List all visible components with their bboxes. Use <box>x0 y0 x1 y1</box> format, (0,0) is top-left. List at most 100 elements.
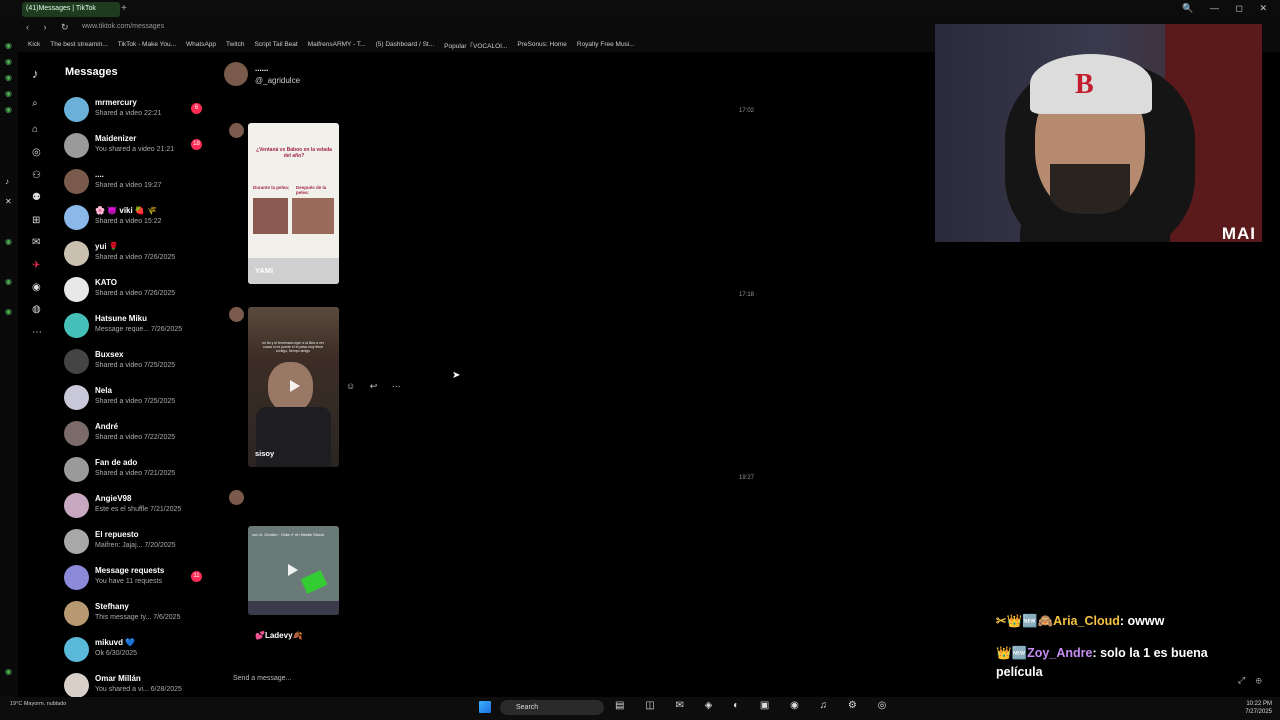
video-thumbnail <box>300 570 328 594</box>
conversation-item[interactable]: André Shared a video 7/22/2025 <box>64 421 214 457</box>
chat-avatar[interactable] <box>224 62 248 86</box>
app-icon[interactable]: ◉ <box>5 89 12 98</box>
bookmark-item[interactable]: Royalty Free Musi... <box>577 41 635 48</box>
conversation-item[interactable]: Fan de ado Shared a video 7/21/2025 <box>64 457 214 493</box>
conversation-preview: Shared a video 22:21 <box>95 110 162 117</box>
window-controls[interactable]: 🔍 — ◻ ✕ <box>1182 3 1274 14</box>
conversation-item[interactable]: Hatsune Miku Message reque... 7/26/2025 <box>64 313 214 349</box>
sender-avatar[interactable] <box>229 123 244 138</box>
conversation-item[interactable]: Message requests You have 11 requests 11 <box>64 565 214 601</box>
shared-video-card[interactable]: con A. Gordon · Odia ✔ eh Nestle Shock <box>248 526 339 615</box>
conversation-item[interactable]: yui 🌹 Shared a video 7/26/2025 <box>64 241 214 277</box>
bookmark-item[interactable]: The best streamin... <box>50 41 107 48</box>
new-tab-button[interactable]: + <box>121 3 127 14</box>
conversation-item[interactable]: 🌸 👿 viki 🍓 🌾 Shared a video 15:22 <box>64 205 214 241</box>
conversation-preview: Este es el shuffle 7/21/2025 <box>95 506 182 513</box>
nav-buttons[interactable]: ‹ › ↻ <box>26 22 75 33</box>
conversation-item[interactable]: Nela Shared a video 7/25/2025 <box>64 385 214 421</box>
video-thumbnail <box>292 198 334 234</box>
upload-icon[interactable]: ⊞ <box>32 215 40 226</box>
bookmark-item[interactable]: MaifrensARMY - T... <box>308 41 366 48</box>
conversation-name: Buxsex <box>95 350 124 359</box>
home-icon[interactable]: ⌂ <box>32 124 38 135</box>
app-icon[interactable]: ◉ <box>5 307 12 316</box>
shared-video-card[interactable]: ¿Ventaná vs Baboo en la velada del año? … <box>248 123 339 284</box>
profile-icon[interactable]: ◉ <box>32 282 41 293</box>
app-icon[interactable]: ◉ <box>5 105 12 114</box>
conversation-name: .... <box>95 170 104 179</box>
video-author: sisoy <box>255 449 275 458</box>
video-headline: ¿Ventaná vs Baboo en la velada del año? <box>256 147 332 159</box>
app-icon[interactable]: ◉ <box>5 41 12 50</box>
bookmark-item[interactable]: Script Tail Beat <box>254 41 297 48</box>
app-icon[interactable]: ◉ <box>5 73 12 82</box>
messages-icon[interactable]: ✈ <box>32 260 40 271</box>
message-actions[interactable]: ☺ ↩ ⋯ <box>346 381 407 392</box>
bookmark-item[interactable]: (5) Dashboard / St... <box>376 41 435 48</box>
chat-handle[interactable]: @_agridulce <box>255 76 300 85</box>
taskbar-clock[interactable]: 10:22 PM 7/27/2025 <box>1230 700 1272 716</box>
tiktok-icon[interactable]: ♪ <box>5 177 9 186</box>
chat-username: Zoy_Andre <box>1027 646 1093 660</box>
windows-start-icon[interactable] <box>479 701 491 713</box>
inbox-icon[interactable]: ✉ <box>32 237 40 248</box>
tiktok-logo-icon[interactable]: ♪ <box>32 66 39 81</box>
conversation-preview: Message reque... 7/26/2025 <box>95 326 183 333</box>
message-input[interactable]: Send a message... <box>233 675 291 682</box>
explore-icon[interactable]: ◎ <box>32 147 41 158</box>
app-icon[interactable]: ◉ <box>5 57 12 66</box>
conversation-item[interactable]: Stefhany This message ty... 7/6/2025 <box>64 601 214 637</box>
following-icon[interactable]: ⚇ <box>32 170 41 181</box>
play-icon[interactable] <box>288 564 298 576</box>
browser-tab[interactable]: (41)Messages | TikTok <box>22 2 120 17</box>
friends-icon[interactable]: ⚉ <box>32 192 41 203</box>
bookmark-item[interactable]: Popular「VOCALOI... <box>444 40 507 50</box>
sender-avatar[interactable] <box>229 490 244 505</box>
bookmark-item[interactable]: PreSonus: Home <box>517 41 567 48</box>
search-icon[interactable]: ⌕ <box>32 98 38 109</box>
shared-video-card[interactable]: mi tía y el terminado ayer a la Bea a ve… <box>248 307 339 467</box>
taskbar-app-icons[interactable]: ▤ ◫ ✉ ◈ ◐ ▣ ◉ ♫ ⚙ ◎ <box>615 700 895 711</box>
bookmark-item[interactable]: Kick <box>28 41 40 48</box>
conversation-name: 🌸 👿 viki 🍓 🌾 <box>95 206 158 215</box>
conversation-preview: You shared a video 21:21 <box>95 146 175 153</box>
weather-widget[interactable]: 19°C Mayorm. nublado <box>10 700 80 708</box>
bookmark-item[interactable]: TikTok - Make You... <box>118 41 176 48</box>
webcam-overlay: B MAI <box>935 24 1262 242</box>
conversation-item[interactable]: AngieV98 Este es el shuffle 7/21/2025 <box>64 493 214 529</box>
conversation-preview: Shared a video 7/22/2025 <box>95 434 176 441</box>
app-icon[interactable]: ◉ <box>5 277 12 286</box>
conversation-item[interactable]: Maidenizer You shared a video 21:21 18 <box>64 133 214 169</box>
bookmark-item[interactable]: Twitch <box>226 41 244 48</box>
more-icon[interactable]: ⋯ <box>32 327 42 338</box>
conversation-item[interactable]: El repuesto Maifren: Jajaj... 7/20/2025 <box>64 529 214 565</box>
conversation-preview: You have 11 requests <box>95 578 162 585</box>
url-field[interactable]: www.tiktok.com/messages <box>82 23 164 30</box>
live-icon[interactable]: ◍ <box>32 304 41 315</box>
conversation-preview: Shared a video 7/21/2025 <box>95 470 176 477</box>
conversation-item[interactable]: mrmercury Shared a video 22:21 6 <box>64 97 214 133</box>
conversation-item[interactable]: KATO Shared a video 7/26/2025 <box>64 277 214 313</box>
video-label: Durante la pelea: <box>253 185 290 190</box>
x-icon[interactable]: ✕ <box>5 197 12 206</box>
overlay-icons[interactable]: ⤢ ⊕ <box>1238 675 1266 686</box>
avatar <box>64 673 89 698</box>
taskbar-search[interactable]: Search <box>500 700 604 715</box>
chat-username[interactable]: ...... <box>255 64 268 73</box>
avatar <box>64 457 89 482</box>
conversation-item[interactable]: Buxsex Shared a video 7/25/2025 <box>64 349 214 385</box>
conversation-name: Nela <box>95 386 112 395</box>
play-icon[interactable] <box>290 380 300 392</box>
sender-avatar[interactable] <box>229 307 244 322</box>
conversation-item[interactable]: mikuvd 💙 Ok 6/30/2025 <box>64 637 214 673</box>
bookmark-item[interactable]: WhatsApp <box>186 41 216 48</box>
conversation-preview: Shared a video 7/25/2025 <box>95 398 176 405</box>
app-icon[interactable]: ◉ <box>5 667 12 676</box>
conversation-preview: You shared a vi... 6/28/2025 <box>95 686 182 693</box>
avatar <box>64 313 89 338</box>
chat-text: owww <box>1127 614 1165 628</box>
conversation-preview: Shared a video 15:22 <box>95 218 162 225</box>
avatar <box>64 385 89 410</box>
conversation-item[interactable]: .... Shared a video 19:27 <box>64 169 214 205</box>
app-icon[interactable]: ◉ <box>5 237 12 246</box>
